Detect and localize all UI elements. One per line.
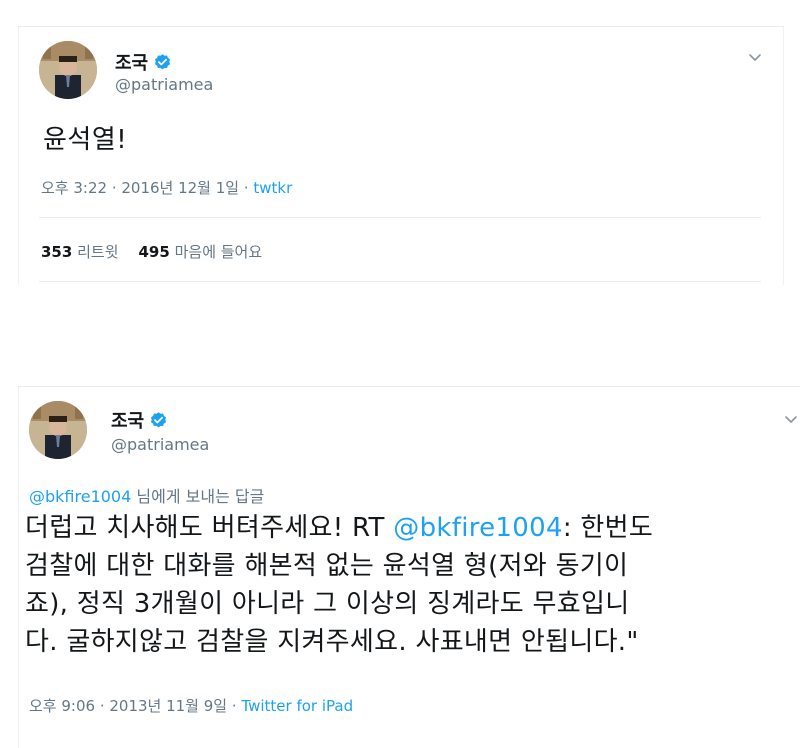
author-name[interactable]: 조국 bbox=[111, 407, 144, 433]
chevron-down-icon[interactable] bbox=[783, 411, 799, 427]
reply-context: @bkfire1004 님에게 보내는 답글 bbox=[29, 483, 264, 507]
tweet-text-segment: 더럽고 치사해도 버텨주세요! RT bbox=[25, 513, 394, 543]
like-stat[interactable]: 495 마음에 들어요 bbox=[139, 243, 263, 261]
like-count: 495 bbox=[138, 243, 170, 261]
avatar[interactable] bbox=[29, 401, 87, 459]
author-name[interactable]: 조국 bbox=[115, 49, 148, 75]
tweet-source[interactable]: Twitter for iPad bbox=[241, 697, 353, 715]
divider bbox=[39, 281, 761, 282]
tweet-text-segment: : 한번도 bbox=[562, 513, 654, 543]
tweet-text: 윤석열! bbox=[43, 125, 128, 155]
tweet-timestamp[interactable]: 오후 9:06 · 2013년 11월 9일 · bbox=[29, 697, 241, 715]
author-row: 조국 bbox=[115, 49, 172, 75]
like-label: 마음에 들어요 bbox=[174, 243, 263, 261]
tweet-card-1[interactable]: 조국 @patriamea 윤석열! 오후 3:22 · 2016년 12월 1… bbox=[18, 26, 784, 285]
verified-badge-icon bbox=[155, 53, 171, 69]
avatar-photo bbox=[39, 41, 97, 99]
tweet-text-line: 죠), 정직 3개월이 아니라 그 이상의 징계라도 무효입니 bbox=[25, 589, 630, 619]
tweet-stats: 353 리트윗 495 마음에 들어요 bbox=[41, 241, 262, 262]
avatar[interactable] bbox=[39, 41, 97, 99]
retweet-stat[interactable]: 353 리트윗 bbox=[41, 243, 119, 261]
tweet-timestamp-row: 오후 9:06 · 2013년 11월 9일 · Twitter for iPa… bbox=[29, 695, 353, 716]
tweet-timestamp-row: 오후 3:22 · 2016년 12월 1일 · twtkr bbox=[41, 177, 292, 198]
reply-context-suffix: 님에게 보내는 답글 bbox=[131, 487, 265, 506]
screenshot-canvas: 조국 @patriamea 윤석열! 오후 3:22 · 2016년 12월 1… bbox=[0, 0, 800, 748]
avatar-photo bbox=[29, 401, 87, 459]
author-handle[interactable]: @patriamea bbox=[115, 75, 213, 94]
tweet-text-line: 더럽고 치사해도 버텨주세요! RT @bkfire1004: 한번도 bbox=[25, 509, 800, 547]
divider bbox=[39, 217, 761, 218]
tweet-card-2[interactable]: 조국 @patriamea @bkfire1004 님에게 보내는 답글 더럽고… bbox=[18, 386, 800, 748]
tweet-text-line: 검찰에 대한 대화를 해본적 없는 윤석열 형(저와 동기이 bbox=[25, 551, 629, 581]
mention-link[interactable]: @bkfire1004 bbox=[393, 513, 563, 543]
tweet-text-line: 다. 굴하지않고 검찰을 지켜주세요. 사표내면 안됩니다." bbox=[25, 627, 639, 657]
tweet-source[interactable]: twtkr bbox=[253, 179, 292, 197]
retweet-count: 353 bbox=[41, 243, 73, 261]
tweet-text: 더럽고 치사해도 버텨주세요! RT @bkfire1004: 한번도 검찰에 … bbox=[25, 509, 800, 661]
retweet-label: 리트윗 bbox=[77, 243, 119, 261]
reply-mention-link[interactable]: @bkfire1004 bbox=[29, 487, 131, 506]
author-row: 조국 bbox=[111, 407, 168, 433]
tweet-timestamp[interactable]: 오후 3:22 · 2016년 12월 1일 · bbox=[41, 179, 253, 197]
author-handle[interactable]: @patriamea bbox=[111, 435, 209, 454]
verified-badge-icon bbox=[151, 411, 167, 427]
chevron-down-icon[interactable] bbox=[747, 49, 763, 65]
